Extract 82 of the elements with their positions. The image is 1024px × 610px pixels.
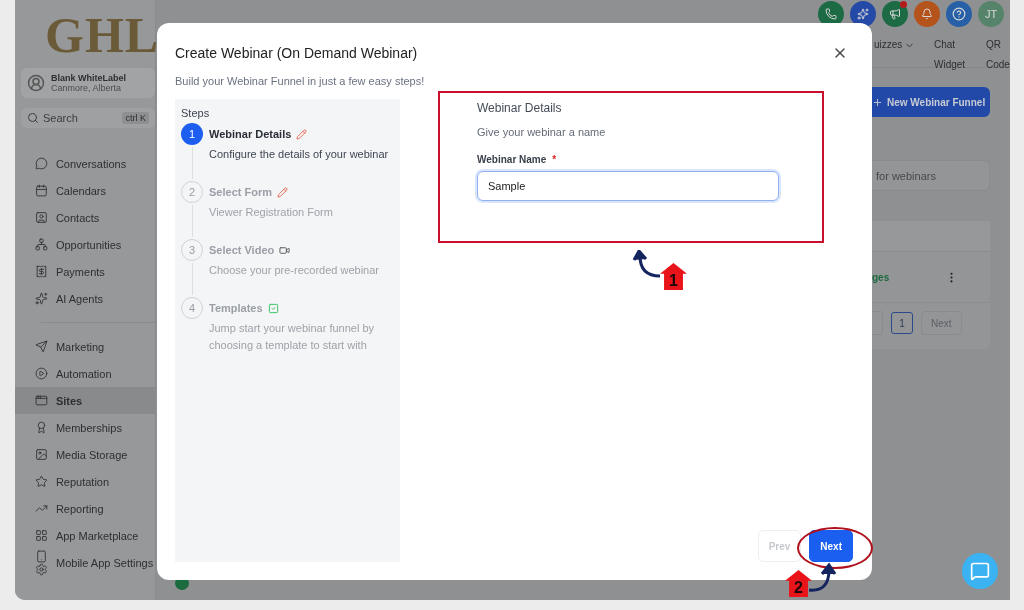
calendar-icon: [35, 184, 48, 197]
step-title[interactable]: Select Form: [209, 186, 272, 198]
search-field[interactable]: for webinars: [872, 160, 990, 191]
required-mark: *: [552, 154, 557, 165]
sparkles-icon: [857, 8, 869, 20]
pencil-icon: [276, 186, 288, 198]
sparkles-icon: [35, 292, 48, 305]
sidebar-item[interactable]: Sites: [15, 387, 155, 414]
form-subheading: Give your webinar a name: [477, 126, 607, 138]
sidebar-item[interactable]: Reputation: [15, 468, 155, 495]
help-icon: [952, 7, 966, 21]
sidebar-item[interactable]: Media Storage: [15, 441, 155, 468]
phone-gear-icon: [35, 549, 48, 576]
account-switcher[interactable]: Blank WhiteLabel Canmore, Alberta: [21, 68, 155, 98]
chat-bubble-icon: [970, 561, 990, 581]
new-webinar-button[interactable]: New Webinar Funnel: [872, 87, 990, 117]
nav-tab[interactable]: QR Code: [986, 35, 1010, 75]
form-heading: Webinar Details: [477, 101, 563, 115]
megaphone-button[interactable]: [882, 1, 908, 27]
step-description: Jump start your webinar funnel by choosing a template to start with: [209, 321, 376, 353]
webinar-name-input[interactable]: Sample: [477, 171, 779, 201]
notification-dot: [900, 1, 907, 8]
sidebar-item[interactable]: App Marketplace: [15, 522, 155, 549]
logo: GHL: [44, 10, 155, 65]
shortcut-hint: ctrl K: [122, 112, 149, 124]
dialog-subtitle: Build your Webinar Funnel in just a few easy steps!: [175, 75, 426, 87]
search-field[interactable]: Search ctrl K: [21, 108, 155, 128]
pencil-icon: [296, 128, 308, 140]
step-description: Choose your pre-recorded webinar: [209, 263, 380, 278]
curved-arrow: [807, 562, 837, 594]
help-button[interactable]: [946, 1, 972, 27]
sidebar-item[interactable]: Memberships: [15, 414, 155, 441]
steps-heading: Steps: [181, 107, 211, 119]
sidebar-item[interactable]: Calendars: [15, 177, 155, 204]
star-icon: [35, 475, 48, 488]
checkbox-icon: [267, 302, 279, 314]
step-title[interactable]: Webinar Details: [209, 128, 292, 140]
next-button[interactable]: Next: [809, 530, 853, 562]
phone-icon: [825, 8, 837, 20]
video-camera-icon: [279, 244, 291, 256]
step-description: Configure the details of your webinar: [209, 147, 390, 162]
dialog-title: Create Webinar (On Demand Webinar): [175, 45, 418, 61]
user-icon: [27, 74, 45, 92]
search-icon: [27, 112, 39, 124]
bell-button[interactable]: [914, 1, 940, 27]
sidebar-item[interactable]: Mobile App Settings: [15, 549, 155, 576]
award-icon: [35, 421, 48, 434]
grid-icon: [35, 529, 48, 542]
account-name: Blank WhiteLabel: [51, 73, 126, 83]
nav-tab[interactable]: Chat Widget: [934, 35, 972, 75]
play-circle-icon: [35, 367, 48, 380]
contact-card-icon: [35, 211, 48, 224]
sidebar-item[interactable]: Reporting: [15, 495, 155, 522]
browser-window-icon: [35, 394, 48, 407]
nav-tab[interactable]: uizzes: [874, 35, 920, 55]
sidebar-item[interactable]: Opportunities: [15, 231, 155, 258]
sidebar-item[interactable]: Automation: [15, 360, 155, 387]
help-chat-button[interactable]: [962, 553, 998, 589]
plus-icon: [872, 96, 883, 108]
sparkles-button[interactable]: [850, 1, 876, 27]
step-number: 1: [181, 123, 203, 145]
trend-line-icon: [35, 502, 48, 515]
receipt-icon: [35, 265, 48, 278]
sidebar-item[interactable]: Marketing: [15, 333, 155, 360]
step-description: Viewer Registration Form: [209, 205, 334, 220]
search-placeholder: Search: [43, 112, 78, 124]
step-title[interactable]: Select Video: [209, 244, 275, 256]
image-icon: [35, 448, 48, 461]
chat-bubble-icon: [35, 157, 48, 170]
bell-icon: [921, 8, 933, 20]
avatar[interactable]: JT: [978, 1, 1004, 27]
step-title[interactable]: Templates: [209, 302, 263, 314]
paper-plane-icon: [35, 340, 48, 353]
sidebar-item[interactable]: Payments: [15, 258, 155, 285]
sidebar-item[interactable]: Conversations: [15, 150, 155, 177]
page-number[interactable]: 1: [891, 312, 913, 334]
network-icon: [35, 238, 48, 251]
sidebar-item[interactable]: Contacts: [15, 204, 155, 231]
sidebar-item[interactable]: AI Agents: [15, 285, 155, 312]
field-label: Webinar Name: [477, 154, 547, 165]
megaphone-icon: [889, 8, 901, 20]
account-location: Canmore, Alberta: [51, 83, 123, 93]
